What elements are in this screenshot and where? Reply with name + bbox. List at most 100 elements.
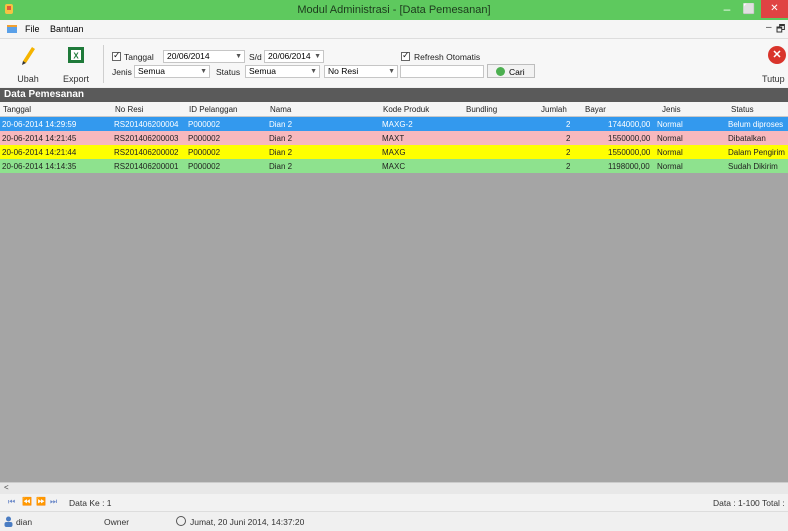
horizontal-scrollbar[interactable]: < xyxy=(0,482,788,494)
cari-label: Cari xyxy=(509,67,525,77)
ubah-label: Ubah xyxy=(17,74,39,84)
column-header-kode-produk[interactable]: Kode Produk xyxy=(383,105,429,114)
toolbar: Ubah X Export xyxy=(0,39,788,87)
cari-button[interactable]: Cari xyxy=(487,64,535,78)
excel-icon: X xyxy=(68,47,84,63)
refresh-label: Refresh Otomatis xyxy=(414,52,481,62)
record-navigator: ⏮ ⏪ ⏩ ⏭ Data Ke : 1 Data : 1-100 Total : xyxy=(0,494,788,512)
title-bar: Modul Administrasi - [Data Pemesanan] – … xyxy=(0,0,788,20)
ubah-button[interactable]: Ubah xyxy=(10,41,46,85)
datetime: Jumat, 20 Juni 2014, 14:37:20 xyxy=(190,517,305,527)
cell-jenis: Normal xyxy=(657,148,683,157)
table-row[interactable]: 20-06-2014 14:21:44 RS201406200002 P0000… xyxy=(0,145,788,159)
tanggal-to-picker[interactable]: 20/06/2014 ▼ xyxy=(264,50,324,63)
maximize-button[interactable]: ⬜ xyxy=(738,1,760,18)
search-field-select[interactable]: No Resi ▼ xyxy=(324,65,398,78)
grid-header: Tanggal No Resi ID Pelanggan Nama Kode P… xyxy=(0,102,788,117)
cell-no-resi: RS201406200001 xyxy=(114,162,179,171)
column-header-jumlah[interactable]: Jumlah xyxy=(541,105,567,114)
tutup-button[interactable]: ✕ Tutup xyxy=(762,42,788,84)
search-go-icon xyxy=(496,67,505,76)
cell-kode-produk: MAXG xyxy=(382,148,406,157)
cell-status: Dibatalkan xyxy=(728,134,766,143)
table-row[interactable]: 20-06-2014 14:14:35 RS201406200001 P0000… xyxy=(0,159,788,173)
jenis-label: Jenis xyxy=(112,67,132,77)
column-header-status[interactable]: Status xyxy=(731,105,754,114)
close-button[interactable]: ✕ xyxy=(761,0,788,18)
data-ke-label: Data Ke : 1 xyxy=(69,498,112,508)
data-grid[interactable]: Tanggal No Resi ID Pelanggan Nama Kode P… xyxy=(0,102,788,482)
menu-bar: File Bantuan – 🗗 xyxy=(0,20,788,39)
column-header-bundling[interactable]: Bundling xyxy=(466,105,497,114)
cell-jumlah: 2 xyxy=(566,148,571,157)
minimize-button[interactable]: – xyxy=(716,1,738,18)
cell-no-resi: RS201406200004 xyxy=(114,120,179,129)
column-header-id-pelanggan[interactable]: ID Pelanggan xyxy=(189,105,237,114)
cell-tanggal: 20-06-2014 14:14:35 xyxy=(2,162,77,171)
tanggal-checkbox[interactable] xyxy=(112,50,121,61)
cell-jenis: Normal xyxy=(657,120,683,129)
cell-nama: Dian 2 xyxy=(269,134,293,143)
cell-nama: Dian 2 xyxy=(269,162,293,171)
menu-file[interactable]: File xyxy=(25,24,40,34)
cell-kode-produk: MAXT xyxy=(382,134,405,143)
prev-record-icon[interactable]: ⏪ xyxy=(22,497,32,506)
tanggal-from-picker[interactable]: 20/06/2014 ▼ xyxy=(163,50,245,63)
cell-status: Sudah Dikirim xyxy=(728,162,778,171)
export-button[interactable]: X Export xyxy=(58,41,94,85)
tanggal-to-value: 20/06/2014 xyxy=(268,51,311,61)
cell-nama: Dian 2 xyxy=(269,148,293,157)
column-header-no-resi[interactable]: No Resi xyxy=(115,105,143,114)
table-row[interactable]: 20-06-2014 14:29:59 RS201406200004 P0000… xyxy=(0,117,788,131)
user-name: dian xyxy=(16,517,33,527)
cell-jenis: Normal xyxy=(657,134,683,143)
jenis-select[interactable]: Semua ▼ xyxy=(134,65,210,78)
next-record-icon[interactable]: ⏩ xyxy=(36,497,46,506)
chevron-down-icon: ▼ xyxy=(314,53,321,60)
mdi-minimize-button[interactable]: – xyxy=(766,22,772,33)
user-icon xyxy=(4,516,13,527)
toolbar-separator xyxy=(103,45,104,83)
first-record-icon[interactable]: ⏮ xyxy=(8,497,15,507)
cell-jumlah: 2 xyxy=(566,162,571,171)
status-label: Status xyxy=(216,67,241,77)
tanggal-label: Tanggal xyxy=(124,52,154,62)
column-header-jenis[interactable]: Jenis xyxy=(662,105,681,114)
status-select[interactable]: Semua ▼ xyxy=(245,65,320,78)
cell-id-pelanggan: P000002 xyxy=(188,148,221,157)
mdi-window-icon xyxy=(7,25,17,33)
column-header-tanggal[interactable]: Tanggal xyxy=(3,105,31,114)
cell-jumlah: 2 xyxy=(566,120,571,129)
clock-icon xyxy=(176,516,186,526)
cell-kode-produk: MAXC xyxy=(382,162,406,171)
cell-no-resi: RS201406200003 xyxy=(114,134,179,143)
refresh-checkbox[interactable] xyxy=(401,50,410,61)
window-title: Modul Administrasi - [Data Pemesanan] xyxy=(297,4,491,16)
tutup-label: Tutup xyxy=(762,74,785,84)
chevron-down-icon: ▼ xyxy=(388,68,395,75)
cell-no-resi: RS201406200002 xyxy=(114,148,179,157)
status-value: Semua xyxy=(249,66,276,76)
cell-id-pelanggan: P000002 xyxy=(188,120,221,129)
cell-bayar: 1550000,00 xyxy=(608,134,651,143)
cell-bayar: 1550000,00 xyxy=(608,148,651,157)
tanggal-from-value: 20/06/2014 xyxy=(167,51,210,61)
column-header-bayar[interactable]: Bayar xyxy=(585,105,606,114)
cell-tanggal: 20-06-2014 14:21:44 xyxy=(2,148,77,157)
menu-bantuan[interactable]: Bantuan xyxy=(50,24,84,34)
search-input[interactable] xyxy=(400,65,484,78)
status-bar: dian Owner Jumat, 20 Juni 2014, 14:37:20 xyxy=(0,512,788,531)
cell-jumlah: 2 xyxy=(566,134,571,143)
chevron-down-icon: ▼ xyxy=(235,53,242,60)
cell-status: Belum diproses xyxy=(728,120,784,129)
column-header-nama[interactable]: Nama xyxy=(270,105,291,114)
cell-tanggal: 20-06-2014 14:29:59 xyxy=(2,120,77,129)
user-role: Owner xyxy=(104,517,130,527)
jenis-value: Semua xyxy=(138,66,165,76)
last-record-icon[interactable]: ⏭ xyxy=(50,497,57,507)
scroll-left-icon[interactable]: < xyxy=(4,483,9,492)
cell-kode-produk: MAXG-2 xyxy=(382,120,413,129)
cell-id-pelanggan: P000002 xyxy=(188,134,221,143)
mdi-restore-button[interactable]: 🗗 xyxy=(776,22,785,39)
table-row[interactable]: 20-06-2014 14:21:45 RS201406200003 P0000… xyxy=(0,131,788,145)
